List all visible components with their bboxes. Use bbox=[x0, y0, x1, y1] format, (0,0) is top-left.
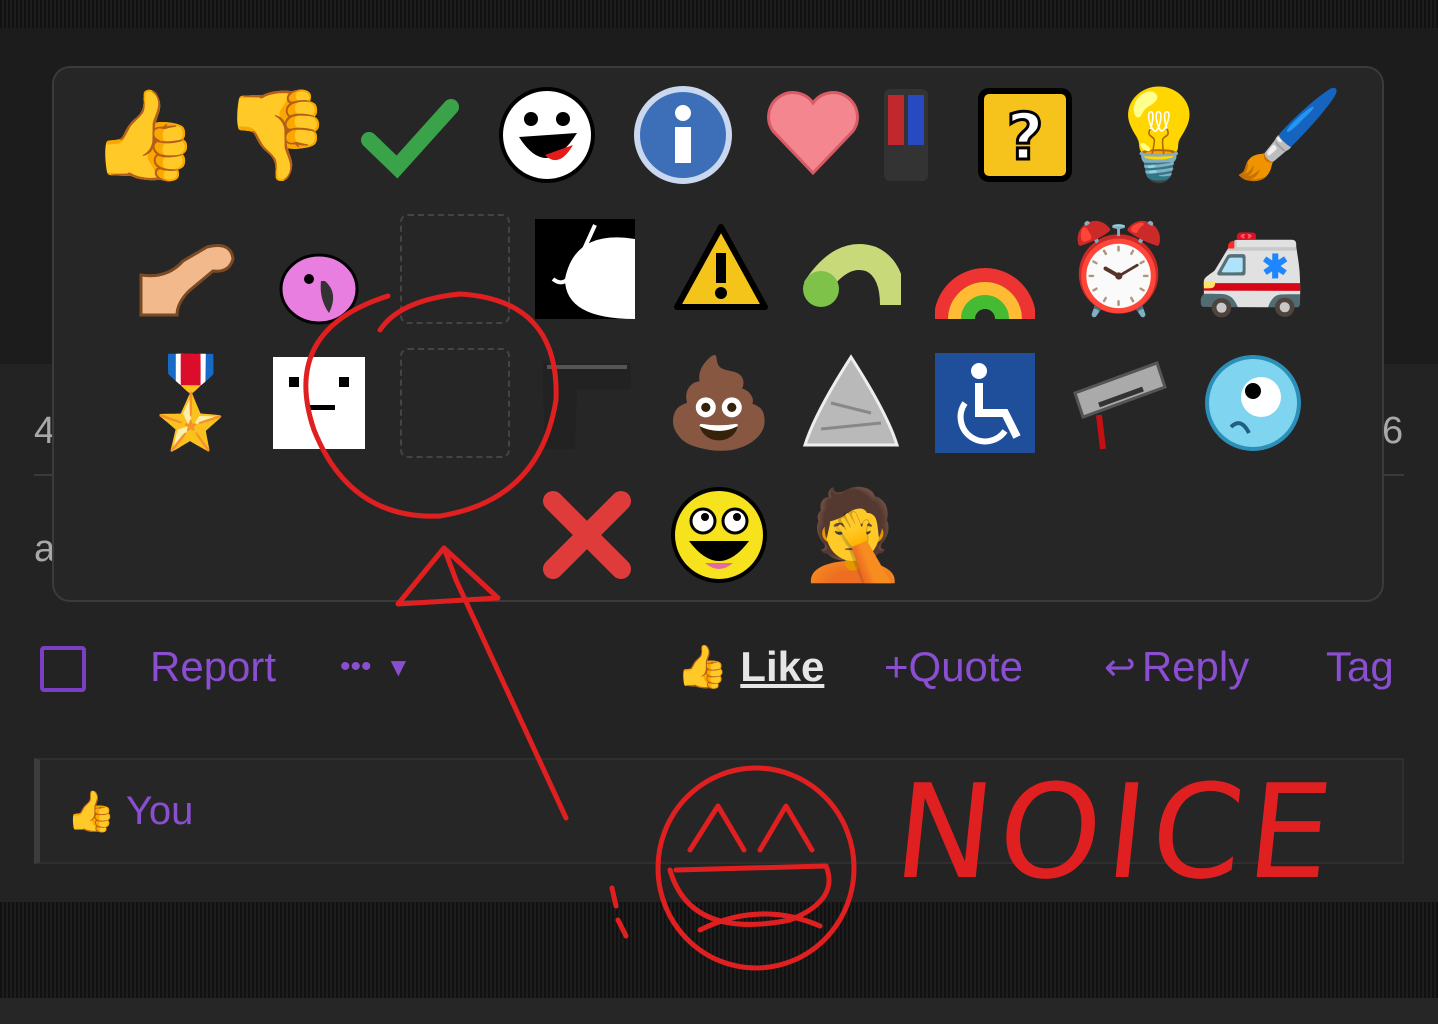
annotation-text: NOICE bbox=[888, 756, 1345, 908]
reply-label: Reply bbox=[1141, 643, 1250, 690]
bottom-stripe bbox=[0, 902, 1438, 998]
reaction-user-link[interactable]: 👍 You bbox=[66, 788, 193, 835]
parrot-reaction[interactable] bbox=[264, 224, 374, 334]
rainbow-reaction[interactable] bbox=[930, 214, 1040, 324]
razor-blade-reaction[interactable] bbox=[1064, 348, 1174, 458]
green-worm-reaction[interactable] bbox=[796, 214, 906, 324]
fishing-hook-fish-reaction[interactable] bbox=[530, 214, 640, 324]
like-button[interactable]: 👍 Like bbox=[676, 642, 824, 692]
heart-reaction[interactable] bbox=[758, 80, 868, 190]
thumbs-down-reaction[interactable]: 👎 bbox=[222, 80, 332, 190]
thumbs-up-icon: 👍 bbox=[676, 642, 729, 690]
paintbrush-reaction[interactable]: 🖌️ bbox=[1234, 80, 1344, 190]
deadpan-face-reaction[interactable] bbox=[264, 348, 374, 458]
like-label: Like bbox=[740, 643, 825, 690]
check-mark-reaction[interactable] bbox=[354, 80, 464, 190]
facepalm-reaction[interactable]: 🤦 bbox=[798, 480, 908, 590]
plus-icon: + bbox=[884, 643, 909, 690]
police-light-reaction[interactable] bbox=[866, 80, 946, 190]
edge-text-6: 6 bbox=[1382, 410, 1404, 452]
bottom-bar bbox=[0, 998, 1438, 1024]
thumbs-up-icon: 👍 bbox=[66, 790, 116, 834]
laughing-face-reaction[interactable] bbox=[492, 80, 602, 190]
more-menu[interactable]: ••• ▼ bbox=[340, 642, 411, 692]
omitted-star-badge-placeholder[interactable] bbox=[400, 214, 510, 324]
select-post-checkbox[interactable] bbox=[40, 646, 86, 692]
report-link[interactable]: Report bbox=[150, 642, 276, 692]
omitted-face-photo-placeholder[interactable] bbox=[400, 348, 510, 458]
awesome-face-reaction[interactable] bbox=[664, 480, 774, 590]
pistol-reaction[interactable] bbox=[530, 348, 640, 458]
alarm-clock-reaction[interactable]: ⏰ bbox=[1064, 214, 1174, 324]
reply-arrow-icon: ↩ bbox=[1104, 646, 1136, 689]
ambulance-reaction[interactable]: 🚑 bbox=[1196, 214, 1306, 324]
poop-reaction[interactable]: 💩 bbox=[664, 348, 774, 458]
quote-label: Quote bbox=[908, 643, 1023, 690]
thumbs-up-reaction[interactable]: 👍 bbox=[90, 80, 200, 190]
reply-button[interactable]: ↩ Reply bbox=[1104, 642, 1249, 692]
red-x-reaction[interactable] bbox=[532, 480, 642, 590]
svg-text:?: ? bbox=[1006, 101, 1043, 175]
chevron-down-icon: ▼ bbox=[385, 651, 412, 682]
info-reaction[interactable] bbox=[628, 80, 738, 190]
light-bulb-reaction[interactable]: 💡 bbox=[1104, 80, 1214, 190]
question-block-reaction[interactable]: ? bbox=[970, 80, 1080, 190]
you-label: You bbox=[125, 789, 194, 833]
tag-link[interactable]: Tag bbox=[1326, 642, 1394, 692]
more-dots: ••• bbox=[340, 650, 372, 683]
tinfoil-hat-reaction[interactable] bbox=[796, 348, 906, 458]
medal-reaction[interactable]: 🎖️ bbox=[136, 348, 246, 458]
warning-reaction[interactable] bbox=[666, 214, 776, 324]
reaction-picker: 👍 👎 ? 💡 🖌️ ⏰ 🚑 🎖️ 💩 🤦 bbox=[52, 66, 1384, 602]
wheelchair-reaction[interactable] bbox=[930, 348, 1040, 458]
phallus-reaction[interactable] bbox=[132, 214, 242, 324]
googly-eye-face-reaction[interactable] bbox=[1198, 348, 1308, 458]
quote-button[interactable]: + Quote bbox=[884, 642, 1023, 692]
top-stripe bbox=[0, 0, 1438, 28]
